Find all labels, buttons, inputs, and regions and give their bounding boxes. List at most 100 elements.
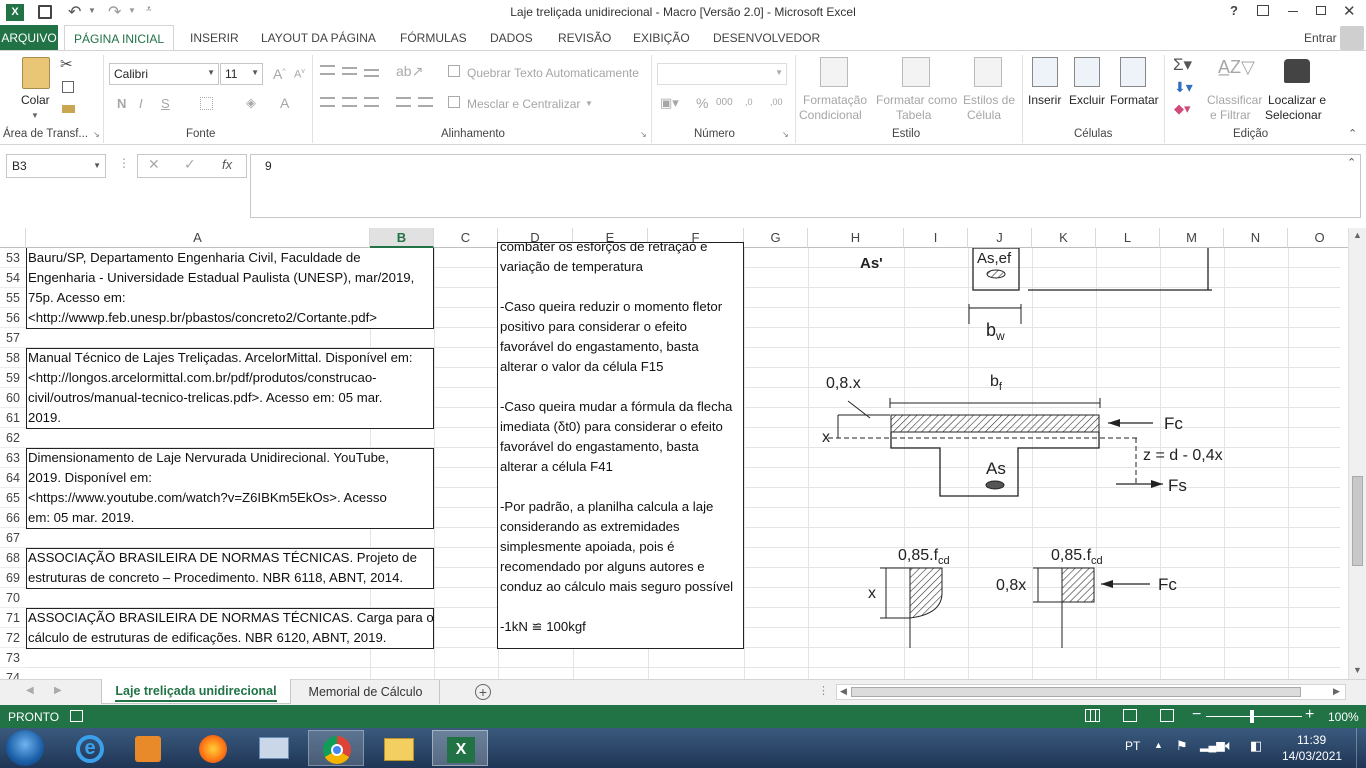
tab-developer[interactable]: DESENVOLVEDOR: [713, 25, 820, 51]
minimize-icon[interactable]: [1288, 11, 1298, 12]
conditional-format-button[interactable]: Formatação: [803, 93, 867, 107]
find-select-button-line2[interactable]: Selecionar: [1265, 108, 1322, 122]
column-header-i[interactable]: I: [904, 228, 968, 248]
row-header[interactable]: 69: [0, 568, 26, 588]
ribbon-display-icon[interactable]: [1257, 5, 1269, 16]
column-header-o[interactable]: O: [1288, 228, 1352, 248]
column-header-g[interactable]: G: [744, 228, 808, 248]
increase-indent-icon[interactable]: [418, 97, 433, 107]
row-header[interactable]: 54: [0, 268, 26, 288]
notes-textbox[interactable]: combater os esforços de retração e variaç…: [497, 242, 744, 649]
cell-a[interactable]: 2019.: [28, 408, 61, 428]
taskbar-excel-icon[interactable]: X: [432, 730, 488, 766]
align-left-icon[interactable]: [320, 97, 335, 107]
normal-view-icon[interactable]: [1085, 709, 1100, 722]
taskbar-media-player-icon[interactable]: [120, 730, 176, 766]
format-cells-icon[interactable]: [1120, 57, 1146, 87]
cell-a[interactable]: <http://longos.arcelormittal.com.br/pdf/…: [28, 368, 377, 388]
format-cells-button[interactable]: Formatar: [1110, 93, 1159, 107]
insert-function-icon[interactable]: fx: [222, 157, 232, 172]
taskbar-explorer-icon[interactable]: [370, 730, 426, 766]
column-header-m[interactable]: M: [1160, 228, 1224, 248]
insert-cells-icon[interactable]: [1032, 57, 1058, 87]
cell-a[interactable]: estruturas de concreto – Procedimento. N…: [28, 568, 403, 588]
conditional-format-icon[interactable]: [820, 57, 848, 87]
restore-icon[interactable]: [1316, 6, 1326, 15]
cancel-icon[interactable]: ✕: [148, 156, 160, 173]
enter-icon[interactable]: ✓: [184, 156, 196, 173]
sort-filter-icon[interactable]: A̲Z▽: [1218, 57, 1255, 78]
font-name-box[interactable]: Calibri ▼: [109, 63, 219, 85]
align-middle-icon[interactable]: [342, 67, 357, 75]
vertical-scroll-thumb[interactable]: [1352, 476, 1363, 566]
row-header[interactable]: 66: [0, 508, 26, 528]
cell-styles-button[interactable]: Estilos de: [963, 93, 1015, 107]
column-header-h[interactable]: H: [808, 228, 904, 248]
cell-a[interactable]: em: 05 mar. 2019.: [28, 508, 134, 528]
action-center-icon[interactable]: ⚑: [1176, 738, 1188, 754]
row-header[interactable]: 62: [0, 428, 26, 448]
scroll-tabs-left-icon[interactable]: ◀: [26, 685, 34, 696]
clock-date[interactable]: 14/03/2021: [1282, 749, 1342, 763]
wrap-text-button[interactable]: Quebrar Texto Automaticamente: [467, 66, 639, 80]
format-table-button[interactable]: Formatar como: [876, 93, 957, 107]
zoom-slider-thumb[interactable]: [1250, 710, 1254, 723]
alignment-launcher-icon[interactable]: ↘: [640, 130, 647, 139]
help-icon[interactable]: ?: [1230, 3, 1238, 18]
clock-time[interactable]: 11:39: [1297, 733, 1326, 747]
row-header[interactable]: 67: [0, 528, 26, 548]
cell-styles-icon[interactable]: [974, 57, 1002, 87]
align-center-icon[interactable]: [342, 97, 357, 107]
row-header[interactable]: 68: [0, 548, 26, 568]
row-header[interactable]: 59: [0, 368, 26, 388]
signal-icon[interactable]: ▂▄▆: [1200, 739, 1225, 752]
user-avatar-icon[interactable]: [1340, 26, 1364, 50]
column-header-a[interactable]: A: [26, 228, 370, 248]
select-all-corner[interactable]: [0, 228, 26, 248]
font-color-icon[interactable]: A: [280, 95, 289, 111]
name-box[interactable]: B3 ▼: [6, 154, 106, 178]
sheet-tab-memorial[interactable]: Memorial de Cálculo: [292, 680, 440, 704]
thousands-icon[interactable]: 000: [716, 97, 733, 108]
zoom-in-icon[interactable]: +: [1305, 706, 1314, 724]
scroll-down-icon[interactable]: ▼: [1353, 665, 1362, 675]
merge-center-button[interactable]: Mesclar e Centralizar: [467, 97, 580, 111]
vertical-scrollbar[interactable]: ▲ ▼: [1348, 228, 1366, 679]
tab-home[interactable]: PÁGINA INICIAL: [64, 25, 174, 51]
underline-button[interactable]: S: [161, 96, 170, 111]
scroll-up-icon[interactable]: ▲: [1353, 230, 1362, 240]
column-header-j[interactable]: J: [968, 228, 1032, 248]
paste-icon[interactable]: [22, 57, 50, 89]
column-header-n[interactable]: N: [1224, 228, 1288, 248]
sort-filter-button-line2[interactable]: e Filtrar: [1210, 108, 1251, 122]
fill-color-icon[interactable]: ◈: [246, 95, 256, 111]
cell-a[interactable]: ASSOCIAÇÃO BRASILEIRA DE NORMAS TÉCNICAS…: [28, 608, 434, 628]
taskbar-chrome-icon[interactable]: [308, 730, 364, 766]
row-header[interactable]: 56: [0, 308, 26, 328]
tab-file[interactable]: ARQUIVO: [0, 25, 58, 51]
cell-a[interactable]: cálculo de estruturas de edificações. NB…: [28, 628, 386, 648]
number-format-box[interactable]: ▼: [657, 63, 787, 85]
orientation-icon[interactable]: ab↗: [396, 63, 423, 80]
delete-cells-icon[interactable]: [1074, 57, 1100, 87]
italic-button[interactable]: I: [139, 96, 143, 111]
row-header[interactable]: 73: [0, 648, 26, 668]
cell-a[interactable]: Manual Técnico de Lajes Treliçadas. Arce…: [28, 348, 413, 368]
page-break-view-icon[interactable]: [1160, 709, 1174, 722]
clear-icon[interactable]: ◆▾: [1174, 101, 1191, 117]
cell-a[interactable]: Dimensionamento de Laje Nervurada Unidir…: [28, 448, 389, 468]
show-hidden-icons-icon[interactable]: ▲: [1154, 740, 1163, 750]
format-table-icon[interactable]: [902, 57, 930, 87]
merge-dropdown-icon[interactable]: ▼: [585, 99, 593, 108]
decrease-font-icon[interactable]: Av: [294, 68, 305, 81]
zoom-out-icon[interactable]: −: [1192, 706, 1201, 724]
cell-a[interactable]: 2019. Disponível em:: [28, 468, 152, 488]
zoom-level[interactable]: 100%: [1328, 710, 1359, 724]
row-header[interactable]: 70: [0, 588, 26, 608]
cell-a[interactable]: ASSOCIAÇÃO BRASILEIRA DE NORMAS TÉCNICAS…: [28, 548, 417, 568]
format-painter-icon[interactable]: [62, 105, 75, 113]
collapse-ribbon-icon[interactable]: ⌃: [1348, 127, 1357, 140]
tab-review[interactable]: REVISÃO: [558, 25, 611, 51]
scroll-tabs-right-icon[interactable]: ▶: [54, 685, 62, 696]
autosum-icon[interactable]: Σ▾: [1173, 55, 1192, 75]
